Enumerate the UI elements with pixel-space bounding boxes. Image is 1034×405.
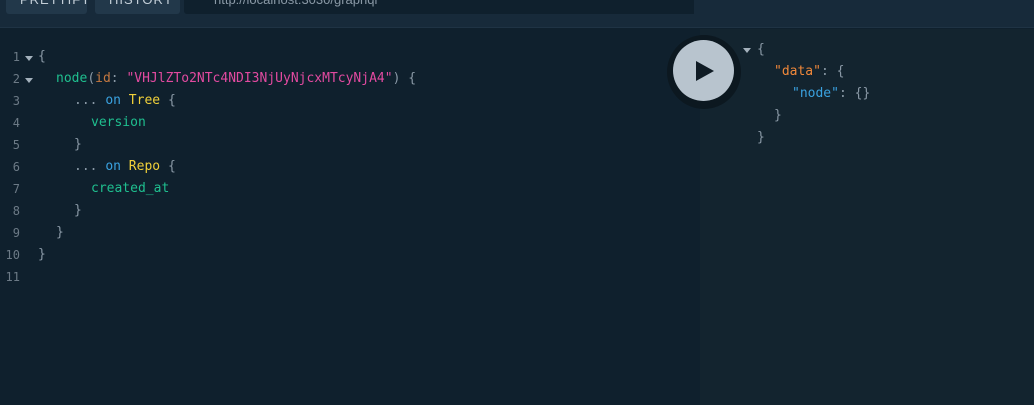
fold-arrow-icon[interactable] [25,78,33,83]
line-number: 1 [12,50,20,64]
result-line: "node": {} [792,86,871,101]
fold-arrow-icon[interactable] [743,48,751,53]
execute-query-button[interactable] [673,40,734,101]
result-line: } [757,130,765,145]
line-number: 6 [12,160,20,174]
line-number: 4 [12,116,20,130]
line-number: 2 [12,72,20,86]
endpoint-url-input[interactable]: http://localhost:3030/graphql [184,0,694,14]
prettify-button[interactable]: PRETTIFY [6,0,90,14]
line-number: 10 [5,248,20,262]
line-number: 8 [12,204,20,218]
fold-arrow-icon[interactable] [25,56,33,61]
node-id-string: "VHJlZTo2NTc4NDI3NjUyNjcxMTcyNjA4" [126,71,393,86]
code-line: ... on Repo { [74,159,176,174]
code-line: } [38,247,46,262]
code-line: } [74,203,82,218]
node-field: node [56,71,88,86]
line-number: 7 [12,182,20,196]
query-editor[interactable]: 1 2 3 4 5 6 7 8 9 10 11 { node(id: "VHJl… [0,29,700,405]
created-at-field: created_at [91,181,170,196]
result-viewer[interactable]: { "data": { "node": {} } } [700,29,1034,405]
id-argument: id [95,71,111,86]
code-line: node(id: "VHJlZTo2NTc4NDI3NjUyNjcxMTcyNj… [56,71,417,86]
history-button[interactable]: HISTORY [95,0,180,14]
play-icon [696,61,714,81]
code-line: created_at [91,178,169,200]
result-line: } [774,108,782,123]
line-number: 3 [12,94,20,108]
code-line: { [38,46,46,68]
code-line: } [74,137,82,152]
open-brace: { [38,49,46,64]
node-key: "node" [792,86,839,101]
data-key: "data" [774,64,821,79]
code-line: ... on Tree { [74,93,176,108]
line-number: 5 [12,138,20,152]
version-field: version [91,115,146,130]
result-line: "data": { [774,64,845,79]
result-line: { [757,42,765,57]
code-line: } [56,225,64,240]
toolbar: PRETTIFY HISTORY http://localhost:3030/g… [0,0,1034,28]
code-line: version [91,112,146,134]
line-number: 9 [12,226,20,240]
tree-type: Tree [128,93,161,108]
empty-object: {} [854,86,871,101]
repo-type: Repo [128,159,161,174]
line-number: 11 [5,270,20,284]
